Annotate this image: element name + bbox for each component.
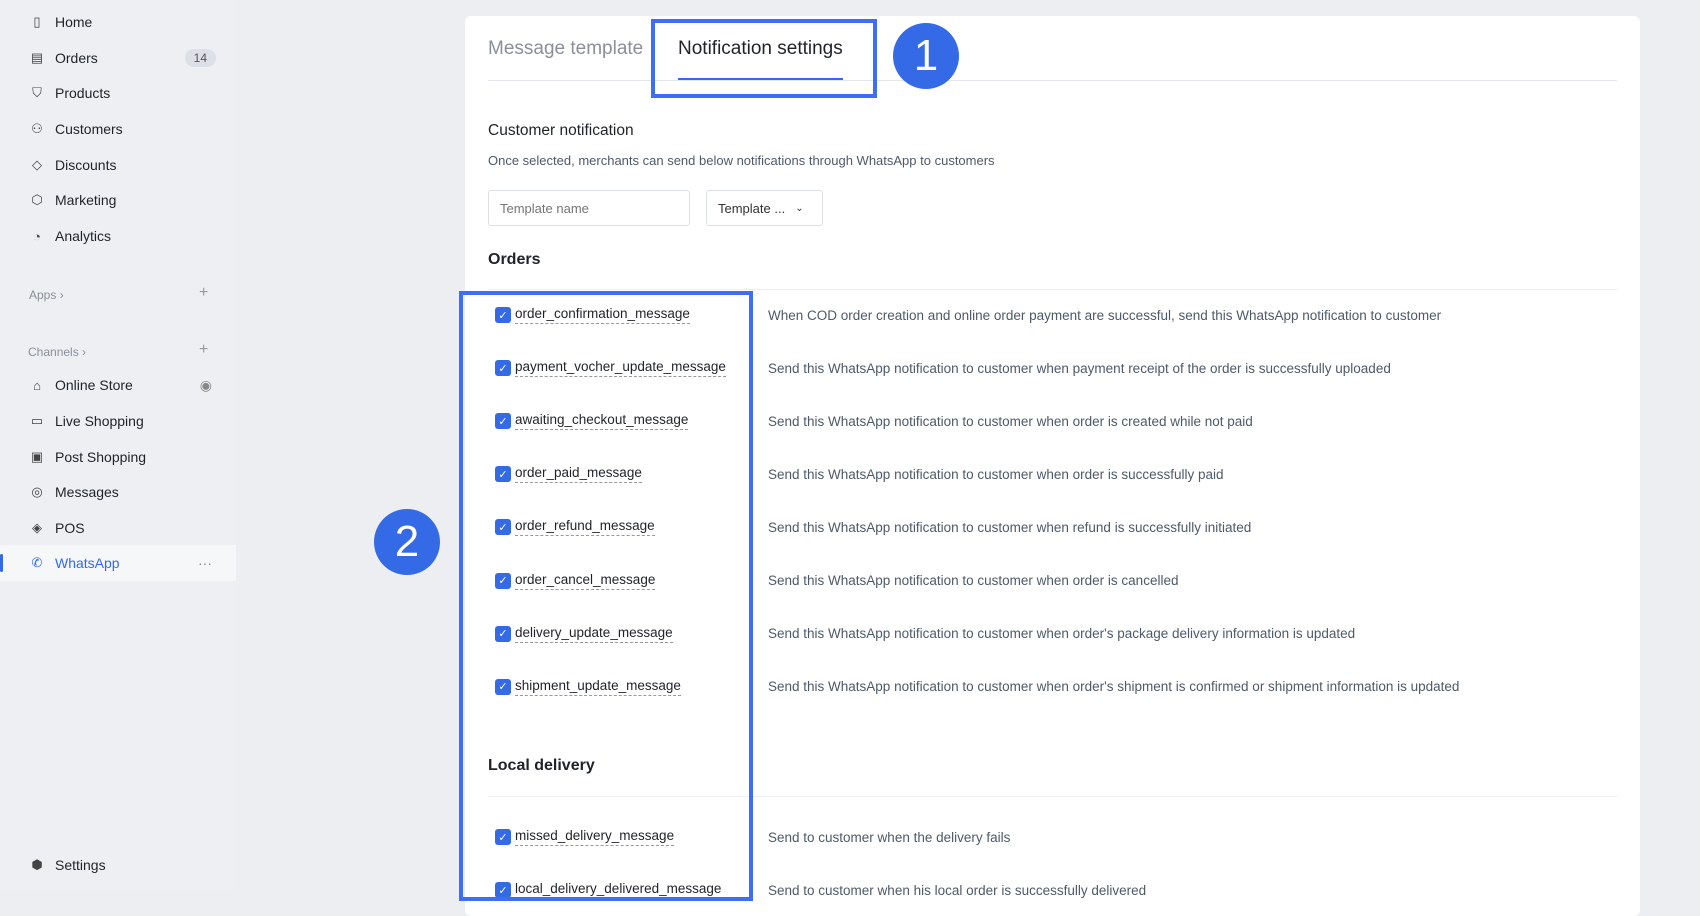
- store-icon: ⌂: [33, 377, 41, 393]
- sidebar-item-pos[interactable]: ◈ POS: [0, 510, 236, 546]
- annotation-box-1: [651, 19, 877, 98]
- notification-description: Send this WhatsApp notification to custo…: [768, 626, 1356, 642]
- sidebar: ▯ Home ▤ Orders 14 ⛉ Products ⚇ Customers ◇ Di…: [0, 0, 236, 890]
- bag-icon: ⛉: [32, 85, 42, 100]
- orders-section-title: Orders: [488, 251, 541, 268]
- whatsapp-icon: ✆: [31, 555, 43, 570]
- sidebar-item-messages[interactable]: ◎ Messages: [0, 474, 236, 510]
- annotation-marker-2: 2: [374, 509, 440, 575]
- notification-description: Send this WhatsApp notification to custo…: [768, 466, 1224, 482]
- chat-icon: ◎: [31, 484, 43, 499]
- customer-notification-description: Once selected, merchants can send below …: [488, 153, 995, 168]
- cube-icon: ⬡: [31, 192, 43, 207]
- add-channel-icon[interactable]: +: [199, 341, 208, 359]
- sidebar-item-whatsapp[interactable]: ✆ WhatsApp ···: [0, 545, 236, 581]
- divider: [488, 289, 1617, 290]
- pos-icon: ◈: [32, 520, 42, 535]
- channels-section[interactable]: Channels ›: [28, 345, 86, 359]
- notification-description: Send this WhatsApp notification to custo…: [768, 519, 1252, 535]
- notification-description: Send this WhatsApp notification to custo…: [768, 413, 1253, 429]
- sidebar-item-live-shopping[interactable]: ▭ Live Shopping: [0, 403, 236, 439]
- sidebar-item-orders[interactable]: ▤ Orders 14: [0, 40, 236, 76]
- tag-icon: ◇: [32, 157, 42, 172]
- sidebar-item-online-store[interactable]: ⌂ Online Store ◉: [0, 367, 236, 403]
- chevron-down-icon: ⌄: [795, 202, 804, 214]
- notification-description: Send to customer when the delivery fails: [768, 829, 1011, 845]
- layout-icon: ▯: [33, 14, 41, 29]
- add-app-icon[interactable]: +: [199, 284, 208, 302]
- notification-description: Send this WhatsApp notification to custo…: [768, 360, 1391, 376]
- annotation-marker-1: 1: [893, 23, 959, 89]
- more-icon[interactable]: ···: [198, 555, 212, 571]
- annotation-box-2: [459, 291, 753, 901]
- video-icon: ▭: [30, 413, 44, 428]
- tab-message-template[interactable]: Message template: [488, 38, 643, 60]
- notification-description: When COD order creation and online order…: [768, 307, 1442, 323]
- image-icon: ▣: [30, 449, 44, 464]
- eye-icon[interactable]: ◉: [200, 377, 212, 394]
- sidebar-item-discounts[interactable]: ◇ Discounts: [0, 147, 236, 183]
- sidebar-item-home[interactable]: ▯ Home: [0, 4, 236, 40]
- sidebar-item-post-shopping[interactable]: ▣ Post Shopping: [0, 439, 236, 475]
- gear-icon: ⬢: [31, 857, 43, 872]
- notification-description: Send to customer when his local order is…: [768, 882, 1147, 898]
- template-name-input[interactable]: [488, 190, 690, 226]
- pie-icon: ◔: [33, 228, 41, 244]
- notification-description: Send this WhatsApp notification to custo…: [768, 679, 1460, 695]
- sidebar-item-marketing[interactable]: ⬡ Marketing: [0, 182, 236, 218]
- orders-count-badge: 14: [184, 49, 216, 67]
- notification-description: Send this WhatsApp notification to custo…: [768, 573, 1179, 588]
- sidebar-item-customers[interactable]: ⚇ Customers: [0, 111, 236, 147]
- sidebar-item-analytics[interactable]: ◔ Analytics: [0, 218, 236, 254]
- template-select[interactable]: Template ... ⌄: [706, 190, 823, 226]
- apps-section[interactable]: Apps ›: [29, 288, 64, 302]
- sidebar-item-settings[interactable]: ⬢ Settings: [0, 847, 236, 883]
- user-icon: ⚇: [31, 121, 43, 136]
- customer-notification-title: Customer notification: [488, 122, 634, 139]
- sidebar-item-products[interactable]: ⛉ Products: [0, 75, 236, 111]
- orders-icon: ▤: [30, 50, 44, 65]
